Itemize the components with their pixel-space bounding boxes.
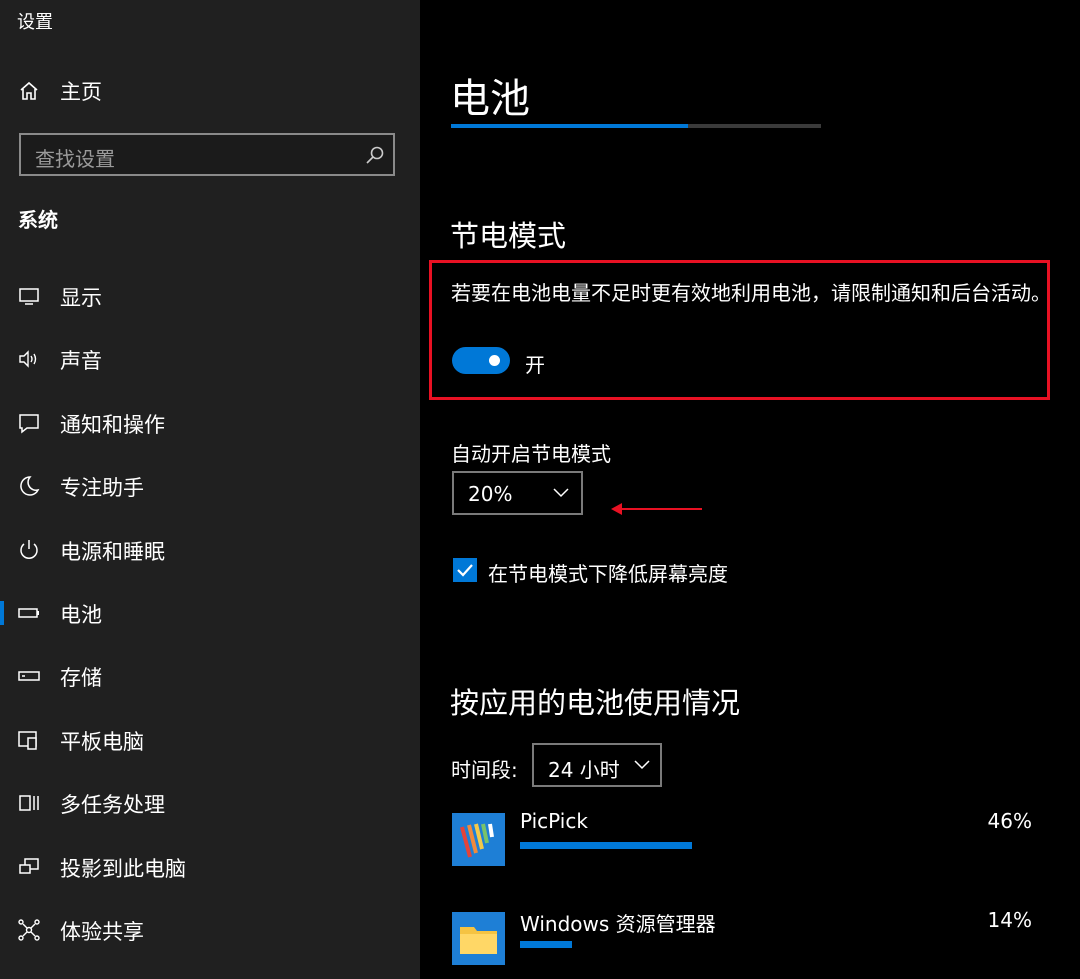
battery-level-bar: [451, 124, 821, 128]
sidebar-item-focus-assist[interactable]: 专注助手: [0, 466, 420, 506]
sidebar-item-label: 电源和睡眠: [60, 540, 165, 564]
app-usage-row[interactable]: PicPick 46%: [452, 809, 1032, 873]
search-placeholder: 查找设置: [35, 147, 115, 171]
sidebar-item-storage[interactable]: 存储: [0, 656, 420, 696]
app-usage-bar: [520, 941, 572, 948]
sidebar-item-display[interactable]: 显示: [0, 276, 420, 316]
picpick-icon: [452, 813, 505, 866]
sidebar-item-label: 平板电脑: [60, 730, 144, 754]
sidebar-item-label: 体验共享: [60, 920, 144, 944]
file-explorer-icon: [452, 912, 505, 965]
notification-icon: [19, 414, 39, 434]
app-usage-row[interactable]: Windows 资源管理器 14%: [452, 908, 1032, 972]
tablet-icon: [18, 731, 37, 750]
sidebar-item-sound[interactable]: 声音: [0, 339, 420, 379]
auto-saver-threshold-dropdown[interactable]: 20%: [452, 471, 583, 515]
dim-brightness-label: 在节电模式下降低屏幕亮度: [488, 562, 728, 586]
selected-indicator: [0, 601, 4, 625]
share-icon: [18, 919, 40, 941]
home-label: 主页: [60, 80, 102, 104]
toggle-state-label: 开: [525, 353, 545, 377]
sidebar-item-label: 多任务处理: [60, 793, 165, 817]
home-icon: [20, 81, 38, 100]
home-nav-item[interactable]: 主页: [18, 76, 102, 106]
battery-level-fill: [451, 124, 688, 128]
sidebar-item-project-to-pc[interactable]: 投影到此电脑: [0, 847, 420, 887]
auto-saver-label: 自动开启节电模式: [451, 442, 611, 466]
moon-icon: [20, 476, 40, 496]
app-usage-percent: 14%: [987, 908, 1032, 932]
app-name: Windows 资源管理器: [520, 912, 716, 936]
project-icon: [19, 858, 39, 874]
dim-brightness-checkbox[interactable]: [453, 558, 477, 582]
battery-saver-heading: 节电模式: [450, 219, 567, 253]
storage-icon: [18, 671, 40, 681]
dropdown-value: 24 小时: [548, 758, 620, 782]
sidebar-item-label: 存储: [60, 666, 102, 690]
sidebar: 设置 主页 查找设置 系统 显示 声音 通知和操作 专注助手 电源和睡眠 电池: [0, 0, 420, 979]
search-input[interactable]: 查找设置: [19, 133, 395, 176]
window-title: 设置: [17, 12, 53, 33]
sidebar-item-multitasking[interactable]: 多任务处理: [0, 783, 420, 823]
sidebar-item-shared-experiences[interactable]: 体验共享: [0, 910, 420, 950]
period-dropdown[interactable]: 24 小时: [532, 743, 662, 787]
sound-icon: [19, 350, 37, 368]
sidebar-item-label: 投影到此电脑: [60, 857, 186, 881]
sidebar-item-label: 电池: [60, 603, 102, 627]
section-system: 系统: [18, 208, 58, 232]
sidebar-item-power-sleep[interactable]: 电源和睡眠: [0, 530, 420, 570]
sidebar-item-battery[interactable]: 电池: [0, 593, 420, 633]
display-icon: [19, 288, 39, 305]
checkmark-icon: [457, 564, 473, 577]
chevron-down-icon: [553, 488, 569, 498]
battery-icon: [18, 608, 39, 618]
usage-heading: 按应用的电池使用情况: [450, 686, 741, 720]
sidebar-item-label: 专注助手: [60, 476, 144, 500]
toggle-knob: [489, 355, 500, 366]
chevron-down-icon: [634, 760, 650, 770]
battery-saver-toggle[interactable]: [452, 347, 510, 374]
sidebar-item-label: 显示: [60, 286, 102, 310]
app-usage-bar: [520, 842, 692, 849]
sidebar-item-label: 声音: [60, 349, 102, 373]
multitask-icon: [19, 795, 39, 811]
main-content: 电池 节电模式 若要在电池电量不足时更有效地利用电池，请限制通知和后台活动。 开…: [420, 0, 1080, 979]
period-label: 时间段:: [451, 758, 518, 782]
sidebar-item-tablet[interactable]: 平板电脑: [0, 720, 420, 760]
search-icon[interactable]: [365, 145, 385, 165]
sidebar-item-label: 通知和操作: [60, 413, 165, 437]
red-arrow-annotation: [611, 503, 702, 515]
power-icon: [20, 540, 38, 559]
app-name: PicPick: [520, 809, 588, 833]
sidebar-item-notifications[interactable]: 通知和操作: [0, 403, 420, 443]
page-title: 电池: [450, 76, 530, 122]
dropdown-value: 20%: [468, 482, 513, 506]
app-usage-percent: 46%: [987, 809, 1032, 833]
battery-saver-description: 若要在电池电量不足时更有效地利用电池，请限制通知和后台活动。: [451, 281, 1051, 305]
